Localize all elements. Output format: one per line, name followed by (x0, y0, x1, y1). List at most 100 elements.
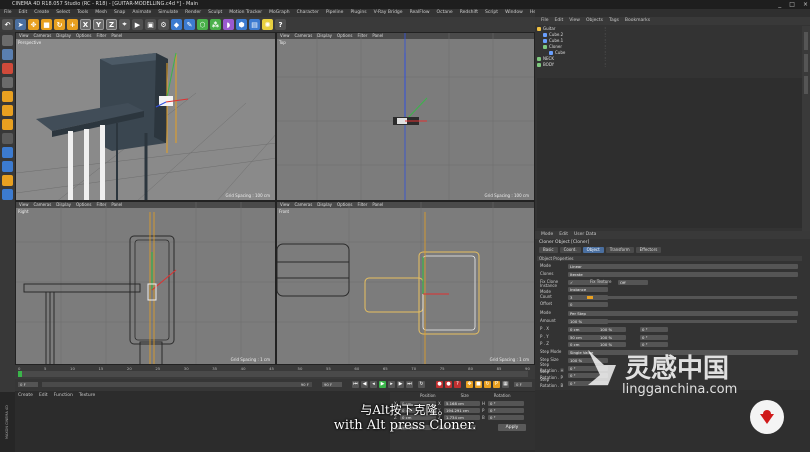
frame-start-field[interactable]: 0 F (18, 382, 38, 387)
deformer-icon[interactable]: ◗ (223, 19, 234, 30)
menu-realflow[interactable]: RealFlow (410, 9, 430, 17)
key-position-icon[interactable]: ✥ (466, 381, 473, 388)
tab-transform[interactable]: Transform (605, 247, 634, 253)
om-menu-edit[interactable]: Edit (555, 17, 564, 25)
menu-sculpt[interactable]: Sculpt (208, 9, 222, 17)
am-menu-edit[interactable]: Edit (559, 231, 568, 239)
camera-icon[interactable]: ▤ (249, 19, 260, 30)
workplane-lock-icon[interactable] (2, 175, 13, 186)
close-button[interactable]: × (803, 1, 808, 8)
model-mode-icon[interactable] (2, 49, 13, 60)
menu-octane[interactable]: Octane (437, 9, 453, 17)
quantize-icon[interactable] (2, 161, 13, 172)
am-menu-user-data[interactable]: User Data (574, 231, 596, 239)
menu-redshift[interactable]: Redshift (460, 9, 478, 17)
object-manager-empty-area[interactable] (537, 78, 802, 228)
maximize-button[interactable]: □ (789, 1, 795, 8)
snap-icon[interactable] (2, 147, 13, 158)
add-icon[interactable]: + (67, 19, 78, 30)
points-mode-icon[interactable] (2, 91, 13, 102)
cube-icon[interactable]: ◆ (171, 19, 182, 30)
rotation-field[interactable]: 0 ° (640, 334, 668, 340)
z-axis-button[interactable]: Z (106, 19, 117, 30)
content-browser-side-tab[interactable] (804, 76, 808, 94)
render-settings-icon[interactable]: ⚙ (158, 19, 169, 30)
menu-create[interactable]: Create (18, 392, 33, 400)
step-forward-icon[interactable]: ▸ (388, 381, 395, 388)
menu-file[interactable]: File (4, 9, 12, 17)
key-scale-icon[interactable]: ■ (475, 381, 482, 388)
minimize-button[interactable]: _ (778, 1, 781, 8)
menu-window[interactable]: Window (505, 9, 523, 17)
menu-select[interactable]: Select (56, 9, 70, 17)
tab-object[interactable]: Object (582, 247, 604, 253)
go-to-end-icon[interactable]: ⏭ (406, 381, 413, 388)
render-icon[interactable]: ▣ (145, 19, 156, 30)
x-axis-button[interactable]: X (80, 19, 91, 30)
am-menu-mode[interactable]: Mode (541, 231, 553, 239)
prop-value-field[interactable]: Off (618, 279, 648, 285)
go-to-start-icon[interactable]: ⏮ (352, 381, 359, 388)
polygons-mode-icon[interactable] (2, 119, 13, 130)
loop-icon[interactable]: ↻ (418, 381, 425, 388)
om-menu-file[interactable]: File (541, 17, 549, 25)
menu-create[interactable]: Create (34, 9, 49, 17)
menu-edit[interactable]: Edit (19, 9, 28, 17)
menu-mesh[interactable]: Mesh (95, 9, 107, 17)
undo-icon[interactable]: ↶ (2, 19, 13, 30)
scale-icon[interactable]: ■ (41, 19, 52, 30)
menu-script[interactable]: Script (485, 9, 498, 17)
frame-range-bar[interactable]: 90 F (42, 382, 312, 387)
front-viewport[interactable]: View Cameras Display Options Filter Pane… (276, 201, 535, 365)
scale-field[interactable]: 100 % (598, 334, 626, 340)
menu-v-ray-bridge[interactable]: V-Ray Bridge (374, 9, 403, 17)
count-slider[interactable] (587, 296, 797, 299)
timeline-track[interactable] (18, 371, 528, 377)
frame-end-field[interactable]: 90 F (322, 382, 342, 387)
key-rotation-icon[interactable]: ↻ (484, 381, 491, 388)
enable-axis-icon[interactable] (2, 133, 13, 144)
top-viewport[interactable]: View Cameras Display Options Filter Pane… (276, 32, 535, 201)
menu-simulate[interactable]: Simulate (158, 9, 178, 17)
om-menu-objects[interactable]: Objects (586, 17, 603, 25)
om-menu-bookmarks[interactable]: Bookmarks (625, 17, 650, 25)
objects-side-tab[interactable] (804, 32, 808, 50)
y-axis-button[interactable]: Y (93, 19, 104, 30)
menu-animate[interactable]: Animate (132, 9, 151, 17)
om-menu-view[interactable]: View (569, 17, 580, 25)
prop-value-field[interactable]: Linear (568, 263, 798, 269)
scale-field[interactable]: 100 % (598, 326, 626, 332)
make-editable-icon[interactable] (2, 35, 13, 46)
object-row-body[interactable]: BODY ⋮ (537, 62, 787, 68)
play-icon[interactable]: ▶ (379, 381, 386, 388)
tab-basic[interactable]: Basic (539, 247, 558, 253)
menu-function[interactable]: Function (54, 392, 73, 400)
menu-snap[interactable]: Snap (114, 9, 125, 17)
menu-tools[interactable]: Tools (77, 9, 88, 17)
scene-icon[interactable]: ⬢ (236, 19, 247, 30)
prop-value-field[interactable]: 0 (568, 301, 608, 307)
render-view-icon[interactable]: ▶ (132, 19, 143, 30)
menu-render[interactable]: Render (185, 9, 201, 17)
visibility-dots-icon[interactable]: ⋮ (603, 62, 607, 68)
prop-value-field[interactable]: Instance (568, 286, 608, 292)
tab-effectors[interactable]: Effectors (635, 247, 662, 253)
current-frame-marker[interactable] (18, 371, 22, 377)
array-icon[interactable]: ⁂ (210, 19, 221, 30)
rotation-field[interactable]: 0 ° (640, 341, 668, 347)
perspective-viewport[interactable]: View Cameras Display Options Filter Pane… (15, 32, 276, 201)
tab-coord[interactable]: Coord. (559, 247, 581, 253)
prev-key-icon[interactable]: ◀ (361, 381, 368, 388)
menu-edit[interactable]: Edit (39, 392, 48, 400)
next-key-icon[interactable]: ▶ (397, 381, 404, 388)
menu-pipeline[interactable]: Pipeline (326, 9, 344, 17)
subdivision-icon[interactable]: ⬡ (197, 19, 208, 30)
light-icon[interactable]: ✺ (262, 19, 273, 30)
menu-motion-tracker[interactable]: Motion Tracker (229, 9, 262, 17)
help-icon[interactable]: ? (275, 19, 286, 30)
solo-icon[interactable] (2, 189, 13, 200)
pointer-icon[interactable]: ➤ (15, 19, 26, 30)
menu-character[interactable]: Character (297, 9, 319, 17)
key-pla-icon[interactable]: ▦ (502, 381, 509, 388)
record-icon[interactable]: ● (436, 381, 443, 388)
